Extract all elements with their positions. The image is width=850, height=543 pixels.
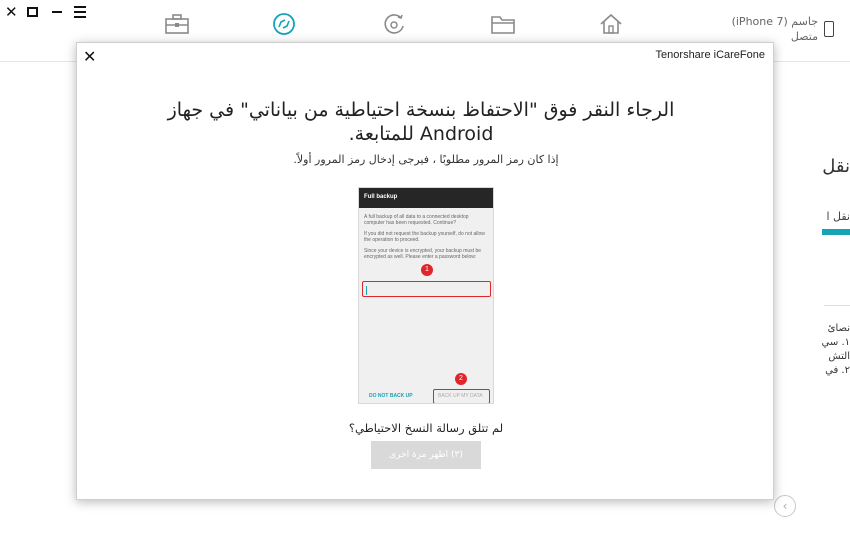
screenshot-paragraph: A full backup of all data to a connected… <box>364 214 469 227</box>
tip-line: نصائ <box>827 323 850 334</box>
home-icon[interactable] <box>598 12 624 36</box>
screenshot-header: Full backup <box>359 188 493 208</box>
screenshot-paragraph: Since your device is encrypted, your bac… <box>364 247 482 261</box>
close-icon[interactable]: ✕ <box>83 47 96 66</box>
tip-line: ١. سي <box>821 337 850 348</box>
tips-text: نصائ ١. سي التش ٢. في <box>790 322 850 378</box>
passcode-note: إذا كان رمز المرور مطلوبًا ، فيرجى إدخال… <box>293 153 559 166</box>
phone-backup-screenshot: Full backup A full backup of all data to… <box>358 187 494 404</box>
highlight-backup-button <box>433 389 490 403</box>
highlight-password-field <box>362 281 491 297</box>
screenshot-decline-button: DO NOT BACK UP <box>369 393 413 399</box>
back-arrow-icon[interactable]: ‹ <box>774 495 796 517</box>
instruction-heading: الرجاء النقر فوق "الاحتفاظ بنسخة احتياطي… <box>167 99 675 145</box>
tip-line: التش <box>828 351 850 362</box>
backup-instruction-dialog: ✕ Tenorshare iCareFone الرجاء النقر فوق … <box>76 42 774 500</box>
backup-restore-icon[interactable] <box>381 12 407 36</box>
device-info: جاسم (iPhone 7) متصل <box>732 14 818 44</box>
show-again-button[interactable]: (٣) اظهر مرة اخرى <box>371 441 481 469</box>
window-maximize-icon[interactable] <box>27 7 38 17</box>
toolbox-icon[interactable] <box>164 12 190 36</box>
tip-line: ٢. في <box>825 365 850 376</box>
step-badge: 2 <box>455 373 467 385</box>
screenshot-body: A full backup of all data to a connected… <box>359 208 493 260</box>
section-tab[interactable]: نقل ا <box>826 210 850 223</box>
whatsapp-transfer-icon[interactable] <box>271 12 297 36</box>
no-message-question: لم تتلق رسالة النسخ الاحتياطي؟ <box>348 421 504 435</box>
page-title: نقل <box>822 156 850 177</box>
phone-icon <box>824 21 834 37</box>
step-badge: 1 <box>421 264 433 276</box>
dialog-title: Tenorshare iCareFone <box>655 49 765 61</box>
divider <box>824 305 850 306</box>
window-close-icon[interactable]: ✕ <box>5 4 18 20</box>
folder-icon[interactable] <box>490 12 516 36</box>
active-tab-indicator <box>822 229 850 235</box>
screenshot-paragraph: If you did not request the backup yourse… <box>364 230 485 244</box>
device-name: جاسم (iPhone 7) <box>731 15 818 28</box>
window-minimize-icon[interactable] <box>52 11 62 13</box>
menu-icon[interactable] <box>74 6 86 21</box>
